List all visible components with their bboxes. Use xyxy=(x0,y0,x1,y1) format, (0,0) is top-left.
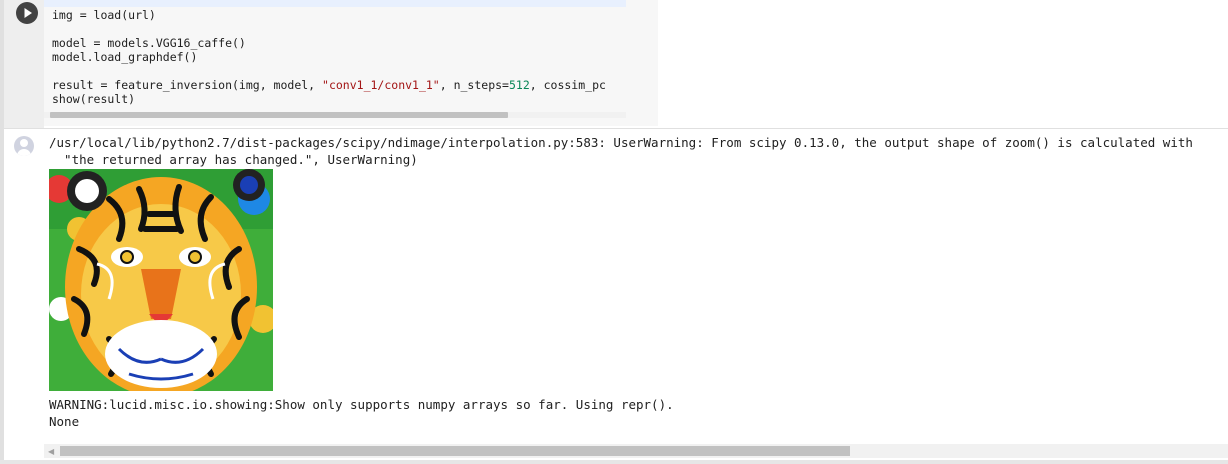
tiger-output-image xyxy=(49,169,273,391)
code-cell[interactable]: img = load(url) model = models.VGG16_caf… xyxy=(4,0,1228,128)
code-line: model = models.VGG16_caffe() xyxy=(52,36,246,50)
code-line: model.load_graphdef() xyxy=(52,50,198,64)
avatar-head xyxy=(20,139,28,147)
stderr-line: /usr/local/lib/python2.7/dist-packages/s… xyxy=(49,135,1193,150)
code-token: , n_steps= xyxy=(439,78,509,92)
page-bottom-border xyxy=(0,460,1228,464)
log-line: WARNING:lucid.misc.io.showing:Show only … xyxy=(49,397,674,412)
output-area: /usr/local/lib/python2.7/dist-packages/s… xyxy=(4,128,1228,460)
run-cell-button[interactable] xyxy=(16,2,38,24)
code-token: , cossim_pc xyxy=(529,78,606,92)
avatar-body xyxy=(17,149,31,156)
editor-right-pad xyxy=(626,0,658,126)
editor-scrollbar-thumb[interactable] xyxy=(50,112,508,118)
code-editor[interactable]: img = load(url) model = models.VGG16_caf… xyxy=(44,0,626,126)
output-scrollbar-thumb[interactable] xyxy=(60,446,850,456)
output-avatar-icon xyxy=(14,136,34,156)
string-token: "conv1_1/conv1_1" xyxy=(322,78,440,92)
stderr-line: "the returned array has changed.", UserW… xyxy=(49,152,418,167)
number-token: 512 xyxy=(508,78,530,92)
code-line-result: result = feature_inversion(img, model, "… xyxy=(52,78,606,92)
code-line: img = load(url) xyxy=(52,8,156,22)
code-token: result = feature_inversion(img, model, xyxy=(52,78,323,92)
scroll-left-icon[interactable]: ◀ xyxy=(48,447,54,456)
output-divider xyxy=(4,128,1228,129)
log-line: None xyxy=(49,414,80,429)
code-line: show(result) xyxy=(52,92,136,106)
active-line-highlight xyxy=(44,0,626,7)
play-icon xyxy=(24,8,32,18)
